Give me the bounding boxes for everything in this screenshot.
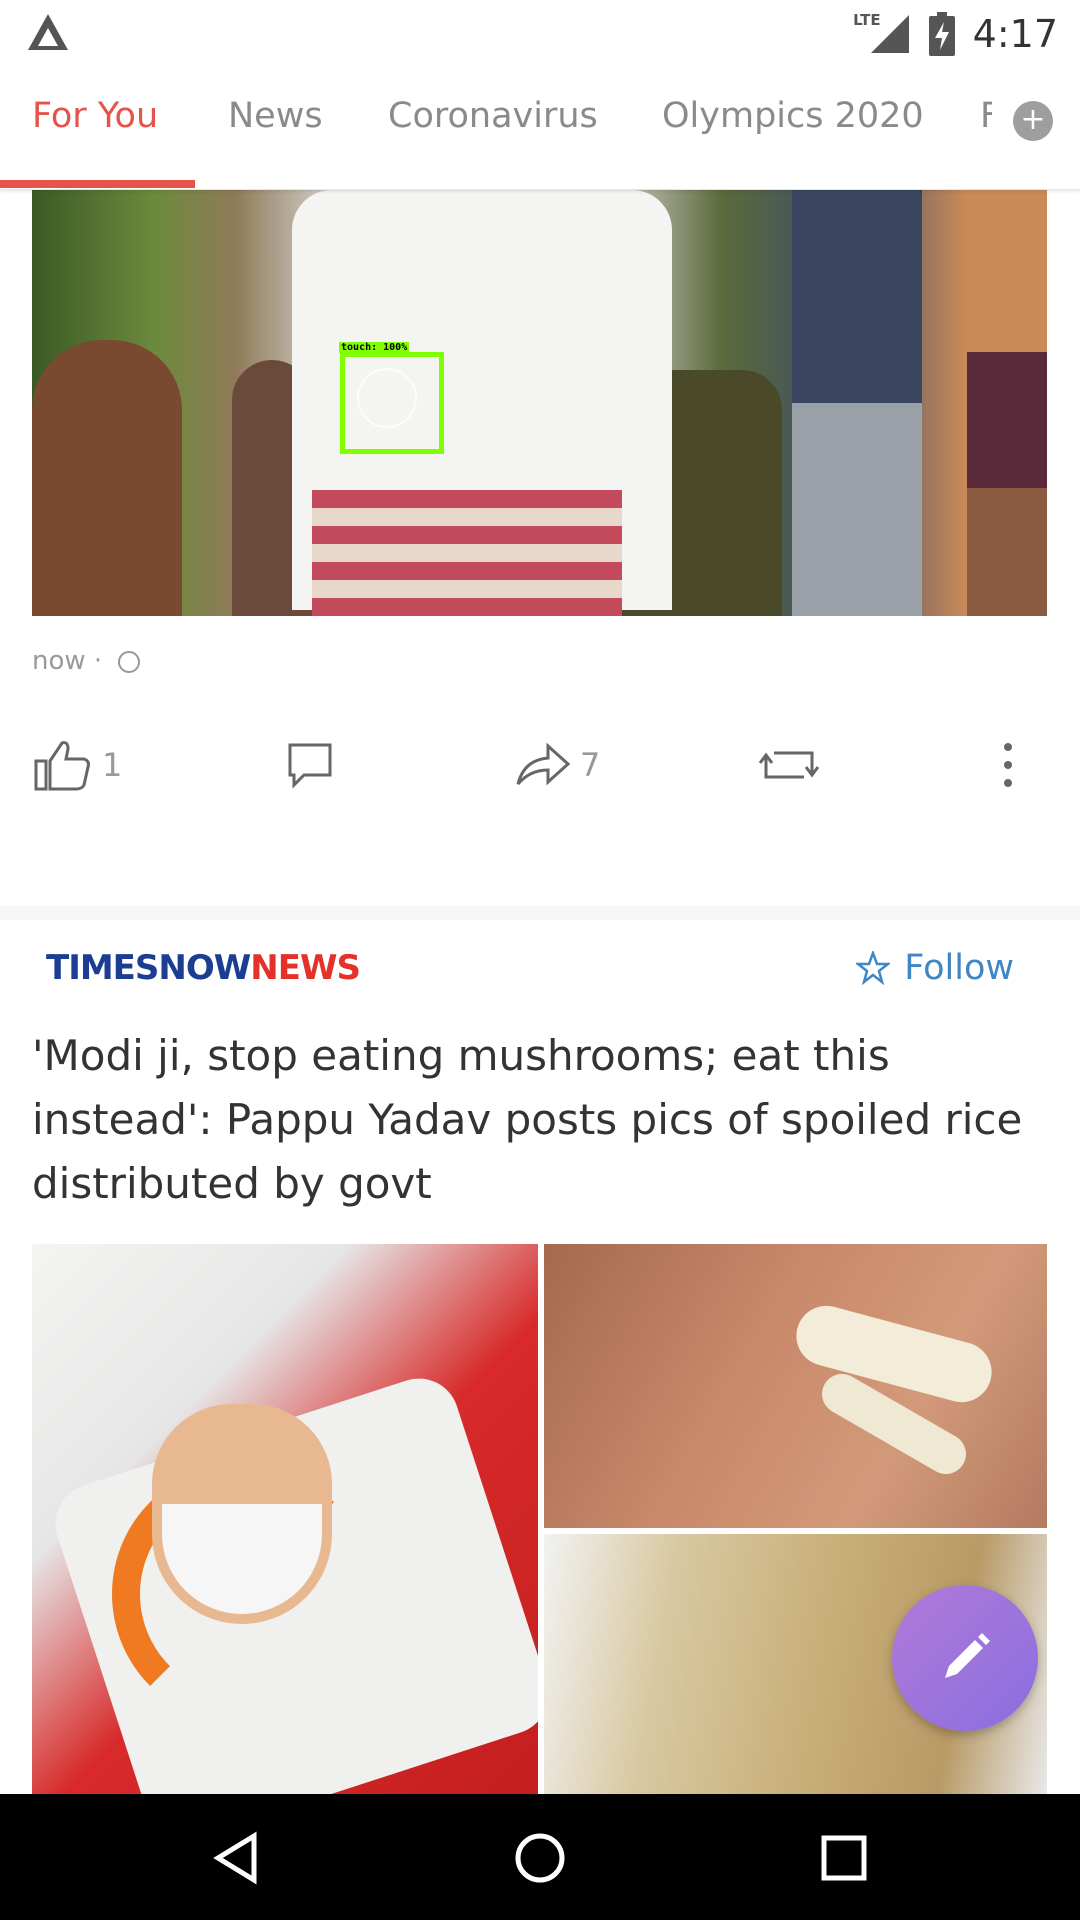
status-bar: LTE 4:17 [0, 0, 1080, 66]
source-name-part1: TIMESNOW [46, 948, 251, 988]
app-logo-icon [28, 14, 68, 50]
recents-square-icon [821, 1835, 867, 1881]
repost-icon [758, 751, 820, 779]
touch-indicator-box [340, 352, 444, 454]
source-name-part2: NEWS [250, 948, 361, 988]
post-divider [0, 906, 1080, 920]
active-tab-indicator [0, 180, 195, 188]
category-tabs: For You News Coronavirus Olympics 2020 F [0, 66, 1080, 190]
follow-button[interactable]: Follow [856, 948, 1014, 988]
post-image[interactable] [32, 190, 1047, 616]
add-tab-icon[interactable]: + [1013, 101, 1053, 141]
feed[interactable]: touch: 100% now · 1 7 TIMESNOWNEWS Follo… [0, 190, 1080, 1794]
home-circle-icon [515, 1833, 565, 1883]
comment-button[interactable] [286, 720, 334, 810]
collage-image-left [32, 1244, 538, 1794]
post-timestamp: now [32, 646, 86, 676]
system-nav-bar [0, 1794, 1080, 1920]
comment-icon [288, 743, 332, 789]
network-label: LTE [853, 11, 881, 29]
compose-fab[interactable] [892, 1585, 1038, 1731]
meta-separator: · [93, 646, 103, 676]
clock: 4:17 [972, 12, 1058, 56]
repost-button[interactable] [758, 720, 820, 810]
back-triangle-icon [213, 1831, 257, 1885]
more-vert-icon [1004, 743, 1012, 787]
share-arrow-icon [516, 742, 570, 786]
nav-back-button[interactable] [210, 1830, 266, 1886]
tab-olympics-2020[interactable]: Olympics 2020 [662, 96, 924, 136]
post-meta: now · [32, 646, 141, 676]
share-button[interactable]: 7 [516, 720, 600, 810]
nav-recents-button[interactable] [816, 1830, 872, 1886]
follow-label: Follow [904, 948, 1014, 988]
tab-partial[interactable]: F [980, 96, 992, 136]
post-actions: 1 7 [0, 720, 1080, 810]
star-outline-icon [856, 951, 891, 985]
tab-for-you[interactable]: For You [32, 96, 158, 136]
collage-image-top-right [544, 1244, 1047, 1528]
source-logo[interactable]: TIMESNOWNEWS [46, 948, 361, 988]
globe-icon [118, 650, 141, 673]
post-source-row: TIMESNOWNEWS Follow [0, 926, 1080, 1016]
like-count: 1 [102, 746, 123, 784]
tab-news[interactable]: News [228, 96, 323, 136]
touch-indicator-label: touch: 100% [339, 342, 410, 353]
article-image-collage[interactable] [32, 1244, 1047, 1794]
share-count: 7 [580, 746, 601, 784]
nav-home-button[interactable] [512, 1830, 568, 1886]
tab-coronavirus[interactable]: Coronavirus [388, 96, 598, 136]
pencil-icon [945, 1633, 990, 1678]
battery-charging-icon [928, 12, 955, 56]
more-options-button[interactable] [1000, 720, 1016, 810]
like-button[interactable]: 1 [34, 720, 122, 810]
thumbs-up-icon [34, 741, 90, 791]
article-headline[interactable]: 'Modi ji, stop eating mushrooms; eat thi… [32, 1024, 1032, 1216]
